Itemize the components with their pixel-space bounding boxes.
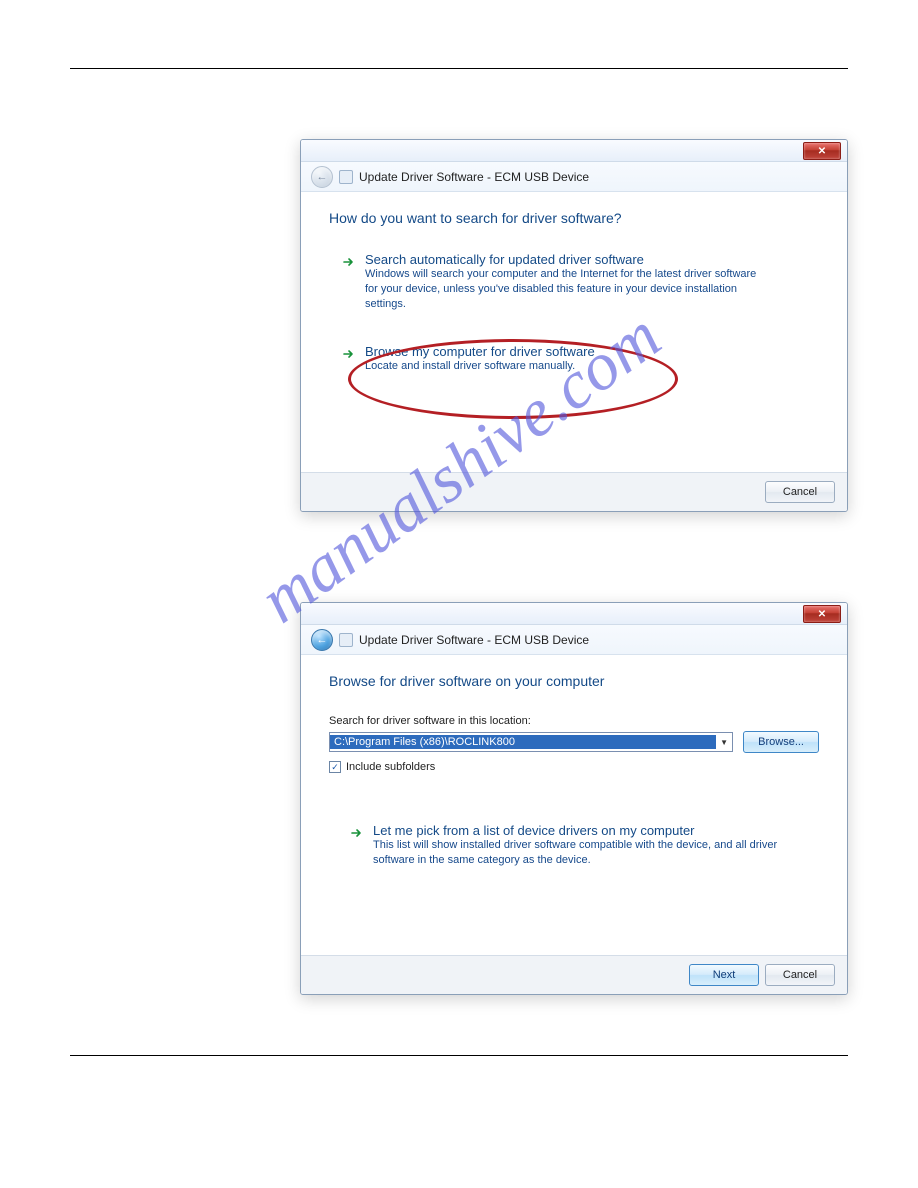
back-button[interactable]: ← xyxy=(311,166,333,188)
include-subfolders-row[interactable]: ✓ Include subfolders xyxy=(329,761,819,773)
browse-button[interactable]: Browse... xyxy=(743,731,819,753)
page-rule-bottom xyxy=(70,1055,848,1056)
cancel-button[interactable]: Cancel xyxy=(765,964,835,986)
dialog-body: Browse for driver software on your compu… xyxy=(301,655,847,955)
path-row: C:\Program Files (x86)\ROCLINK800 ▼ Brow… xyxy=(329,731,819,753)
option-desc: Windows will search your computer and th… xyxy=(365,267,765,312)
cancel-button[interactable]: Cancel xyxy=(765,481,835,503)
option-pick-from-list[interactable]: Let me pick from a list of device driver… xyxy=(329,823,819,868)
next-button[interactable]: Next xyxy=(689,964,759,986)
driver-wizard-dialog-1: ✕ ← Update Driver Software - ECM USB Dev… xyxy=(300,139,848,512)
checkmark-icon: ✓ xyxy=(331,763,339,772)
nav-title: Update Driver Software - ECM USB Device xyxy=(359,170,589,184)
search-location-label: Search for driver software in this locat… xyxy=(329,715,819,727)
option-search-auto[interactable]: Search automatically for updated driver … xyxy=(329,252,819,312)
path-combobox[interactable]: C:\Program Files (x86)\ROCLINK800 ▼ xyxy=(329,732,733,752)
dialog-body: How do you want to search for driver sof… xyxy=(301,192,847,472)
option-title: Let me pick from a list of device driver… xyxy=(373,823,803,838)
dialog-heading: How do you want to search for driver sof… xyxy=(329,210,819,226)
close-icon: ✕ xyxy=(818,146,826,157)
option-title: Browse my computer for driver software xyxy=(365,344,595,359)
include-subfolders-label: Include subfolders xyxy=(346,761,435,773)
screenshot-1-wrapper: ✕ ← Update Driver Software - ECM USB Dev… xyxy=(300,139,850,512)
arrow-left-icon: ← xyxy=(317,171,328,183)
chevron-down-icon: ▼ xyxy=(716,738,732,747)
device-icon xyxy=(339,170,353,184)
nav-row: ← Update Driver Software - ECM USB Devic… xyxy=(301,162,847,192)
include-subfolders-checkbox[interactable]: ✓ xyxy=(329,761,341,773)
driver-wizard-dialog-2: ✕ ← Update Driver Software - ECM USB Dev… xyxy=(300,602,848,995)
arrow-right-icon xyxy=(343,256,355,268)
dialog-footer: Next Cancel xyxy=(301,955,847,994)
dialog-heading: Browse for driver software on your compu… xyxy=(329,673,819,689)
option-content: Browse my computer for driver software L… xyxy=(365,344,595,374)
option-content: Let me pick from a list of device driver… xyxy=(373,823,803,868)
arrow-right-icon xyxy=(343,348,355,360)
device-icon xyxy=(339,633,353,647)
close-button[interactable]: ✕ xyxy=(803,605,841,623)
page-content: ✕ ← Update Driver Software - ECM USB Dev… xyxy=(0,69,918,995)
arrow-right-icon xyxy=(351,827,363,839)
titlebar: ✕ xyxy=(301,603,847,625)
option-desc: This list will show installed driver sof… xyxy=(373,838,803,868)
option-title: Search automatically for updated driver … xyxy=(365,252,765,267)
option-desc: Locate and install driver software manua… xyxy=(365,359,595,374)
path-value: C:\Program Files (x86)\ROCLINK800 xyxy=(330,735,716,749)
close-icon: ✕ xyxy=(818,609,826,620)
option-browse-computer[interactable]: Browse my computer for driver software L… xyxy=(329,344,819,374)
arrow-left-icon: ← xyxy=(317,634,328,646)
back-button[interactable]: ← xyxy=(311,629,333,651)
screenshot-2-wrapper: ✕ ← Update Driver Software - ECM USB Dev… xyxy=(300,602,850,995)
option-content: Search automatically for updated driver … xyxy=(365,252,765,312)
close-button[interactable]: ✕ xyxy=(803,142,841,160)
nav-row: ← Update Driver Software - ECM USB Devic… xyxy=(301,625,847,655)
dialog-footer: Cancel xyxy=(301,472,847,511)
nav-title: Update Driver Software - ECM USB Device xyxy=(359,633,589,647)
titlebar: ✕ xyxy=(301,140,847,162)
